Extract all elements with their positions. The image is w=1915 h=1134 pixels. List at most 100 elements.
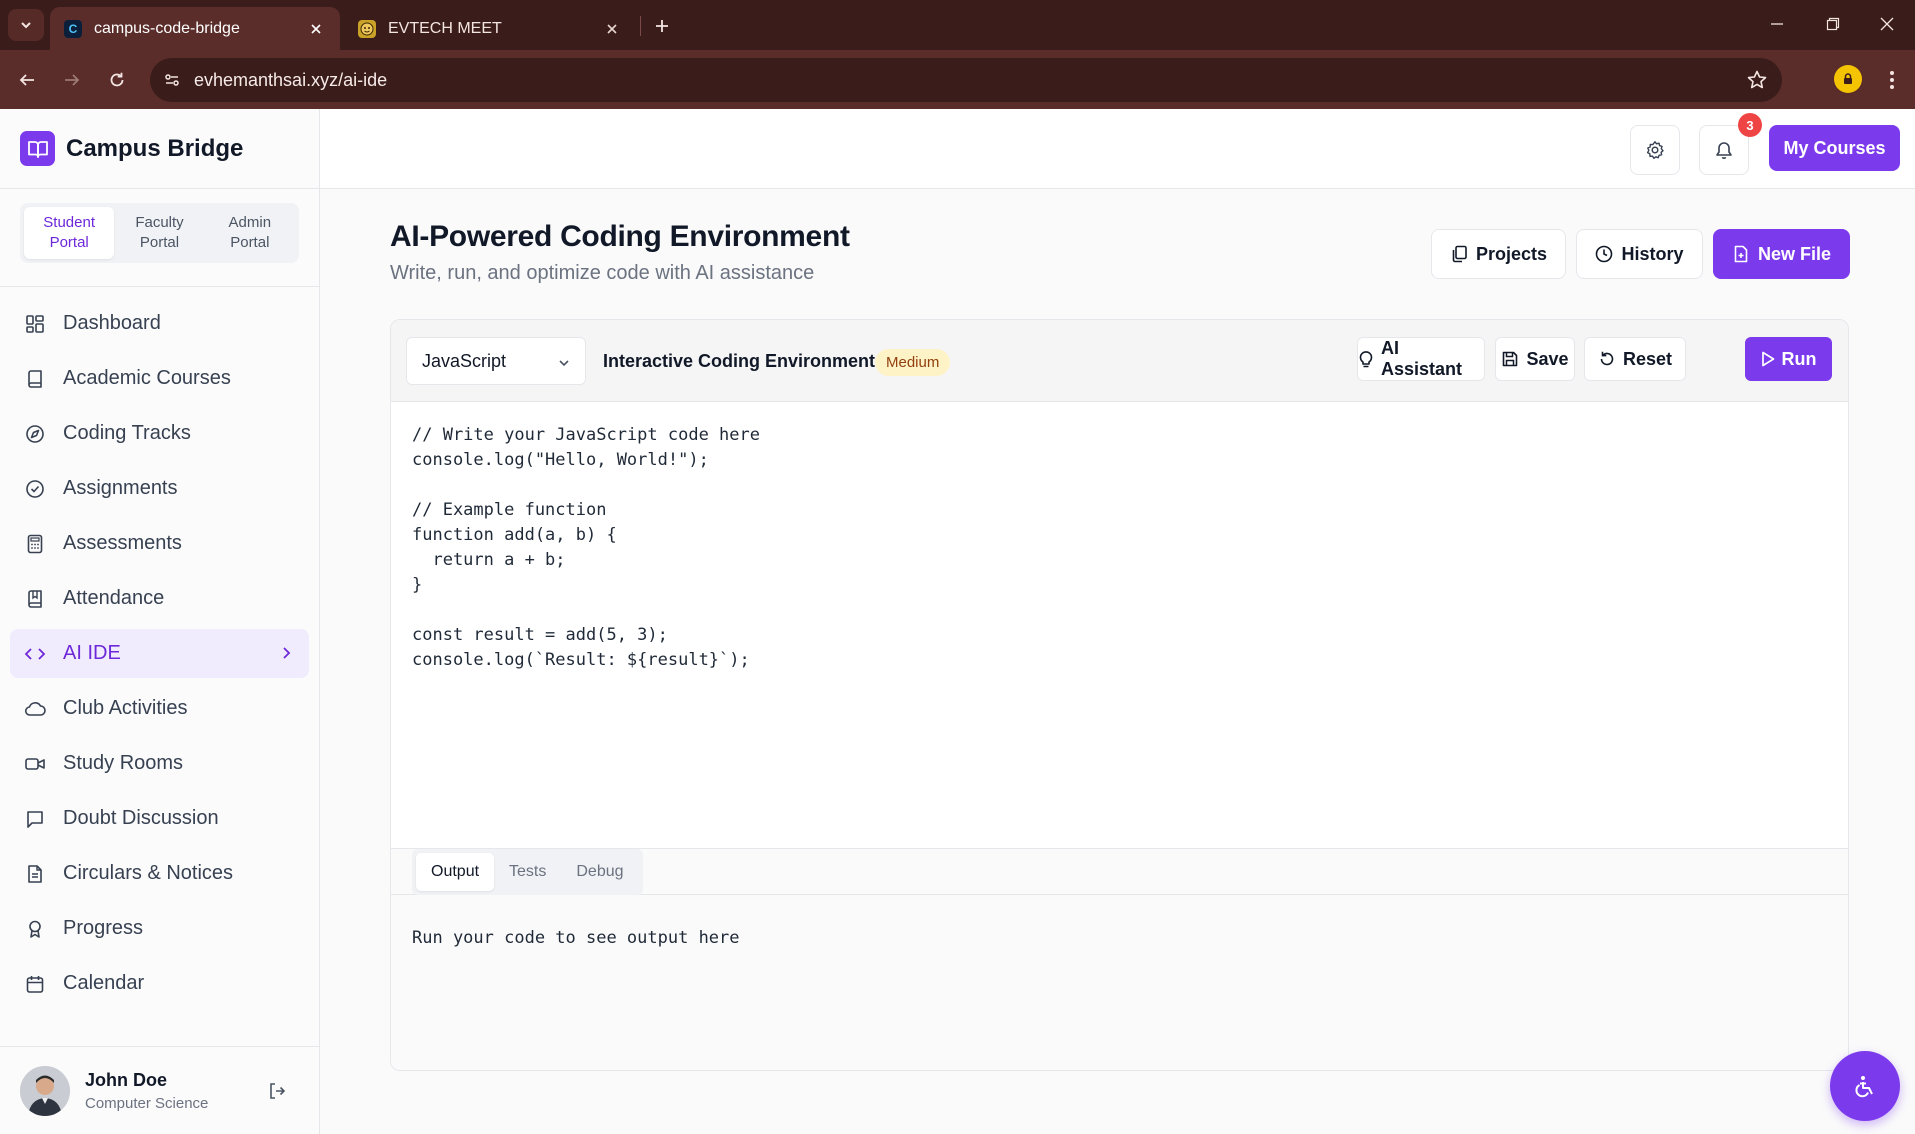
sidebar-item-circulars[interactable]: Circulars & Notices [10, 849, 309, 898]
address-bar[interactable]: evhemanthsai.xyz/ai-ide [150, 58, 1782, 102]
sidebar-item-dashboard[interactable]: Dashboard [10, 299, 309, 348]
reload-icon [110, 72, 124, 87]
calculator-icon [24, 533, 46, 555]
close-tab-icon[interactable] [602, 19, 622, 39]
portal-tab-admin[interactable]: Admin Portal [205, 207, 295, 259]
close-tab-icon[interactable] [306, 19, 326, 39]
sidebar-item-label: Assessments [63, 532, 182, 554]
profile-avatar-icon[interactable] [1834, 65, 1862, 93]
rotate-ccw-icon [1598, 350, 1616, 368]
code-line: // Write your JavaScript code here [412, 425, 760, 445]
document-icon [24, 863, 46, 885]
sidebar-item-label: Calendar [63, 972, 145, 994]
sidebar-item-ai-ide[interactable]: AI IDE [10, 629, 309, 678]
restore-button[interactable] [1810, 8, 1856, 40]
accessibility-icon [1855, 1076, 1873, 1098]
sidebar-item-assessments[interactable]: Assessments [10, 519, 309, 568]
floating-chat-button[interactable] [1830, 1051, 1900, 1121]
brand[interactable]: Campus Bridge [0, 109, 319, 189]
output-tabs-bar: Output Tests Debug [391, 848, 1848, 895]
portal-label: Admin Portal [228, 214, 272, 251]
user-name: John Doe [85, 1069, 168, 1090]
browser-tab[interactable]: EVTECH MEET [344, 7, 636, 50]
portal-tab-student[interactable]: Student Portal [24, 207, 115, 259]
chevron-right-icon [279, 643, 293, 669]
new-tab-button[interactable] [648, 12, 676, 40]
tab-debug[interactable]: Debug [561, 853, 638, 891]
tab-title: campus-code-bridge [94, 19, 240, 37]
save-button[interactable]: Save [1495, 337, 1575, 381]
sidebar-item-label: Progress [63, 917, 144, 939]
sidebar-item-doubt-discussion[interactable]: Doubt Discussion [10, 794, 309, 843]
new-file-button[interactable]: New File [1713, 229, 1850, 279]
history-button[interactable]: History [1576, 229, 1703, 279]
lightbulb-icon [1358, 350, 1374, 368]
browser-tab-active[interactable]: C campus-code-bridge [50, 7, 340, 50]
files-icon [1450, 245, 1468, 263]
top-bar: 3 My Courses [320, 109, 1915, 189]
new-file-label: New File [1757, 243, 1832, 264]
logout-icon[interactable] [266, 1080, 288, 1102]
tab-search-button[interactable] [8, 9, 44, 41]
code-editor-card: JavaScript Interactive Coding Environmen… [390, 319, 1849, 1071]
projects-button[interactable]: Projects [1431, 229, 1566, 279]
notification-badge: 3 [1738, 113, 1762, 137]
run-button[interactable]: Run [1745, 337, 1832, 381]
close-window-button[interactable] [1864, 8, 1910, 40]
minimize-button[interactable] [1754, 8, 1800, 40]
sidebar-item-label: Circulars & Notices [63, 862, 234, 884]
site-settings-icon[interactable] [150, 58, 194, 102]
output-tabs: Output Tests Debug [412, 849, 643, 895]
check-circle-icon [24, 478, 46, 500]
forward-button[interactable] [55, 63, 89, 97]
reload-button[interactable] [100, 63, 134, 97]
sidebar-item-label: Coding Tracks [63, 422, 191, 444]
language-select[interactable]: JavaScript [406, 337, 586, 385]
sidebar-item-academic-courses[interactable]: Academic Courses [10, 354, 309, 403]
close-icon [1880, 17, 1894, 31]
user-department: Computer Science [85, 1094, 209, 1112]
sidebar-item-calendar[interactable]: Calendar [10, 959, 309, 1008]
tab-output[interactable]: Output [416, 853, 495, 891]
portal-tab-faculty[interactable]: Faculty Portal [114, 207, 204, 259]
sidebar-item-label: Study Rooms [63, 752, 184, 774]
sidebar-item-club-activities[interactable]: Club Activities [10, 684, 309, 733]
settings-button[interactable] [1630, 125, 1680, 175]
compass-icon [24, 423, 46, 445]
projects-label: Projects [1475, 243, 1548, 264]
sidebar-item-label: Academic Courses [63, 367, 231, 389]
chevron-down-icon [21, 22, 31, 29]
cloud-icon [24, 698, 46, 720]
file-plus-icon [1732, 245, 1750, 263]
sidebar: Campus Bridge Student Portal Faculty Por… [0, 109, 320, 1134]
output-placeholder: Run your code to see output here [412, 928, 740, 948]
history-label: History [1621, 243, 1684, 264]
browser-menu-icon[interactable] [1880, 66, 1904, 94]
play-icon [1761, 351, 1775, 367]
sidebar-item-attendance[interactable]: Attendance [10, 574, 309, 623]
sidebar-item-assignments[interactable]: Assignments [10, 464, 309, 513]
sidebar-item-progress[interactable]: Progress [10, 904, 309, 953]
reset-button[interactable]: Reset [1584, 337, 1686, 381]
editor-toolbar: JavaScript Interactive Coding Environmen… [391, 320, 1848, 402]
code-line: console.log("Hello, World!"); [412, 450, 709, 470]
ai-assistant-button[interactable]: AI Assistant [1357, 337, 1485, 381]
sidebar-item-coding-tracks[interactable]: Coding Tracks [10, 409, 309, 458]
code-editor[interactable]: // Write your JavaScript code here conso… [391, 402, 1848, 848]
sidebar-item-study-rooms[interactable]: Study Rooms [10, 739, 309, 788]
my-courses-button[interactable]: My Courses [1769, 125, 1900, 171]
portal-switcher-wrap: Student Portal Faculty Portal Admin Port… [0, 189, 319, 287]
tab-tests[interactable]: Tests [494, 853, 561, 891]
bookmark-star-icon[interactable] [1746, 69, 1768, 96]
code-line: console.log(`Result: ${result}`); [412, 650, 750, 670]
save-icon [1501, 350, 1519, 368]
my-courses-label: My Courses [1783, 137, 1886, 158]
arrow-right-icon [65, 74, 80, 86]
gear-icon [1646, 141, 1664, 159]
user-profile[interactable]: John Doe Computer Science [0, 1046, 320, 1134]
code-line: // Example function [412, 500, 607, 520]
portal-label: Student Portal [43, 214, 96, 251]
back-button[interactable] [10, 63, 44, 97]
